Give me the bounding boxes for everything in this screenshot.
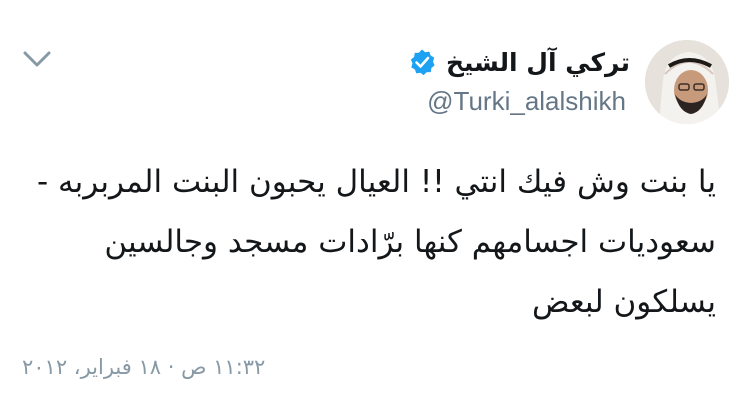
author-display-name[interactable]: تركي آل الشيخ (446, 48, 630, 77)
chevron-down-icon (23, 51, 51, 67)
tweet-text: يا بنت وش فيك انتي !! العيال يحبون البنت… (26, 152, 716, 332)
author-handle[interactable]: @Turki_alalshikh (427, 86, 626, 117)
tweet-timestamp[interactable]: ١١:٣٢ ص · ١٨ فبراير، ٢٠١٢ (22, 355, 265, 379)
tweet-card: تركي آل الشيخ @Turki_alalshikh يا بنت وش… (0, 0, 750, 417)
tweet-menu-button[interactable] (22, 48, 52, 70)
tweet-text-line: يا بنت وش فيك انتي !! العيال يحبون البنت… (36, 164, 716, 200)
profile-photo-icon (645, 40, 729, 124)
avatar[interactable] (645, 40, 729, 124)
verified-badge-icon (410, 49, 435, 76)
author-name-row: تركي آل الشيخ (408, 44, 630, 80)
tweet-text-line: يسلكون لبعض (531, 284, 716, 320)
tweet-text-line: سعوديات اجسامهم كنها برّادات مسجد وجالسي… (104, 224, 716, 260)
